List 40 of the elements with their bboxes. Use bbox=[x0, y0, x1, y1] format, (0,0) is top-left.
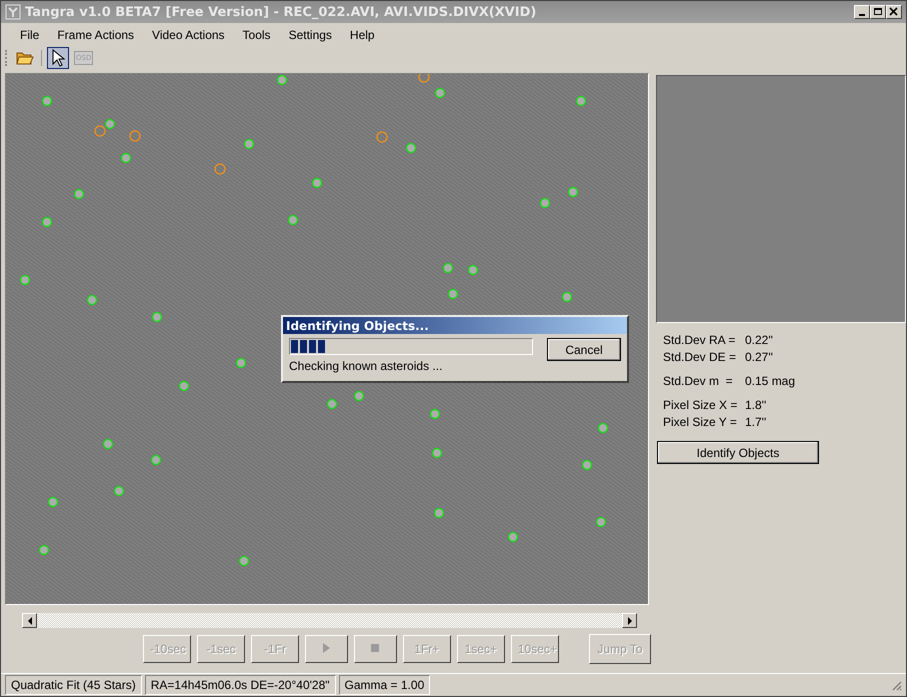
menu-item[interactable]: Frame Actions bbox=[50, 26, 142, 44]
folder-icon bbox=[16, 50, 34, 66]
maximize-button[interactable] bbox=[870, 5, 886, 19]
resize-grip-icon bbox=[890, 679, 902, 691]
pointer-tool-button[interactable] bbox=[47, 47, 69, 69]
window-title: Tangra v1.0 BETA7 [Free Version] - REC_022.AVI, AVI.VIDS.DIVX(XVID) bbox=[25, 4, 538, 20]
stat-value: 1.7'' bbox=[745, 415, 766, 429]
stat-label: Pixel Size Y = bbox=[663, 415, 738, 429]
app-logo-icon bbox=[5, 4, 21, 20]
menu-item[interactable]: File bbox=[13, 26, 46, 44]
maximize-icon bbox=[873, 7, 883, 17]
status-panel: Quadratic Fit (45 Stars) bbox=[5, 675, 142, 695]
menu-item[interactable]: Tools bbox=[236, 26, 278, 44]
status-panel: RA=14h45m06.0s DE=-20°40'28" bbox=[144, 675, 336, 695]
close-icon bbox=[889, 7, 899, 17]
status-panel: Gamma = 1.00 bbox=[338, 675, 430, 695]
left-arrow-icon bbox=[26, 616, 32, 624]
stat-label: Pixel Size X = bbox=[663, 398, 738, 412]
scrollbar[interactable] bbox=[22, 613, 637, 628]
right-arrow-icon bbox=[626, 616, 632, 624]
minimize-icon bbox=[859, 14, 865, 16]
dialog-title: Identifying Objects... bbox=[283, 317, 627, 334]
menu-item[interactable]: Settings bbox=[282, 26, 339, 44]
menu-item[interactable]: Help bbox=[342, 26, 382, 44]
stat-label: Std.Dev m = bbox=[663, 374, 734, 388]
stat-label: Std.Dev DE = bbox=[663, 350, 738, 364]
stat-value: 0.27'' bbox=[745, 350, 773, 364]
stat-label: Std.Dev RA = bbox=[663, 333, 736, 347]
cancel-button[interactable]: Cancel bbox=[547, 338, 621, 361]
minimize-button[interactable] bbox=[854, 5, 870, 19]
close-button[interactable] bbox=[886, 5, 902, 19]
status-message: Checking known asteroids ... bbox=[289, 359, 444, 373]
cursor-arrow-icon bbox=[51, 49, 65, 67]
stat-value: 0.22'' bbox=[745, 333, 773, 347]
stat-value: 1.8'' bbox=[745, 398, 766, 412]
menu-item[interactable]: Video Actions bbox=[145, 26, 232, 44]
stat-value: 0.15 mag bbox=[745, 374, 796, 388]
stop-icon bbox=[370, 643, 380, 653]
identify-objects-button[interactable]: Identify Objects bbox=[657, 441, 819, 464]
play-icon bbox=[321, 642, 332, 654]
